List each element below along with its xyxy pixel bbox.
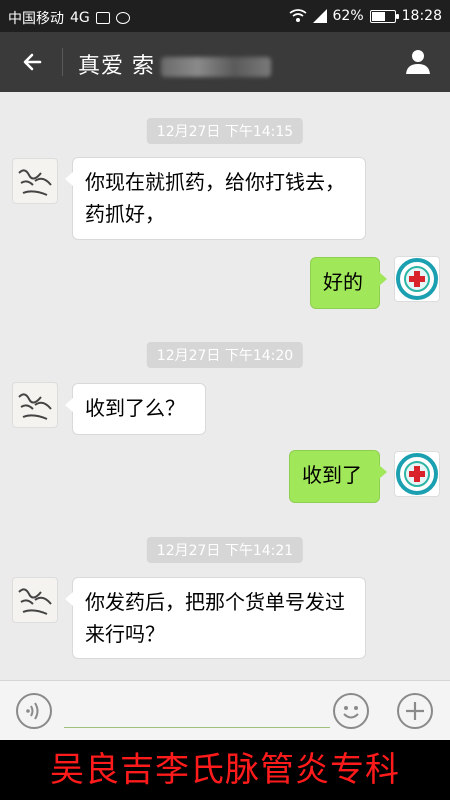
timestamp: 12月27日 下午14:15 xyxy=(146,118,304,144)
my-avatar[interactable] xyxy=(394,451,440,497)
voice-icon[interactable] xyxy=(16,693,52,729)
contact-avatar[interactable] xyxy=(12,382,58,428)
image-icon xyxy=(95,12,110,24)
wifi-icon xyxy=(289,9,306,22)
message-text: 好的 xyxy=(323,270,363,294)
contact-avatar[interactable] xyxy=(12,577,58,623)
person-icon[interactable] xyxy=(404,47,432,75)
watermark-banner: 吴良吉李氏脉管炎专科 xyxy=(0,740,450,800)
message-input[interactable] xyxy=(64,697,330,728)
emoji-icon[interactable] xyxy=(333,693,369,729)
redacted-name xyxy=(161,57,271,77)
avatar-calligraphy-icon xyxy=(18,393,52,420)
clinic-logo-icon xyxy=(396,258,438,300)
arrow-left-icon[interactable] xyxy=(18,47,48,77)
my-avatar[interactable] xyxy=(394,256,440,302)
input-bar xyxy=(0,680,450,741)
chat-header: 真爱 索 xyxy=(0,32,450,92)
battery-percent: 62% xyxy=(332,8,364,24)
contact-name: 真爱 索 xyxy=(78,54,155,79)
message-bubble-received[interactable]: 收到了么？ xyxy=(65,383,206,435)
timestamp: 12月27日 下午14:21 xyxy=(146,537,304,563)
notification-icon xyxy=(115,12,130,24)
message-bubble-sent[interactable]: 好的 xyxy=(310,257,387,309)
signal-icon xyxy=(312,9,327,23)
message-bubble-received[interactable]: 你发药后，把那个货单号发过来行吗？ xyxy=(65,577,366,659)
carrier-label: 中国移动 xyxy=(8,11,64,27)
message-text: 你发药后，把那个货单号发过来行吗？ xyxy=(85,590,345,646)
battery-icon xyxy=(369,9,399,23)
network-label: 4G xyxy=(70,10,90,26)
message-bubble-received[interactable]: 你现在就抓药，给你打钱去，药抓好， xyxy=(65,157,366,240)
status-bar: 中国移动 4G 62% 18:28 xyxy=(0,0,450,32)
avatar-calligraphy-icon xyxy=(18,169,52,196)
message-bubble-sent[interactable]: 收到了 xyxy=(289,450,387,503)
message-text: 你现在就抓药，给你打钱去，药抓好， xyxy=(85,170,345,226)
timestamp: 12月27日 下午14:20 xyxy=(146,342,304,368)
battery-fill xyxy=(371,11,385,21)
clock: 18:28 xyxy=(401,8,442,24)
plus-icon[interactable] xyxy=(397,693,433,729)
clinic-logo-icon xyxy=(396,453,438,495)
message-text: 收到了么？ xyxy=(85,396,185,420)
contact-avatar[interactable] xyxy=(12,158,58,204)
avatar-calligraphy-icon xyxy=(18,588,52,615)
header-divider xyxy=(62,48,63,76)
chat-title: 真爱 索 xyxy=(78,48,271,80)
message-text: 收到了 xyxy=(302,463,362,487)
